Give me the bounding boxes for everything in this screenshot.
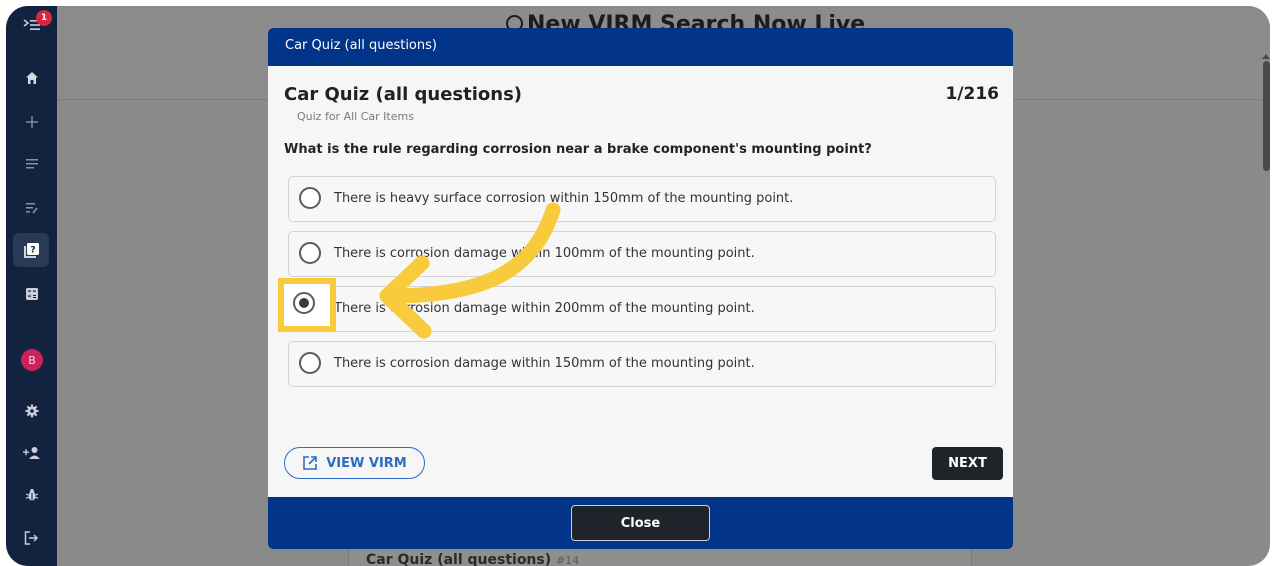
plus-icon <box>25 116 38 128</box>
scrollbar-thumb[interactable] <box>1263 61 1270 171</box>
logout-icon <box>24 531 39 545</box>
sidebar-item-calculator[interactable] <box>6 277 57 311</box>
notification-badge: 1 <box>36 10 52 26</box>
external-link-icon <box>303 456 318 470</box>
radio-button-selected[interactable] <box>293 292 315 314</box>
quiz-card-id: #14 <box>556 554 580 566</box>
quiz-card-title: Car Quiz (all questions) #14 <box>366 552 579 566</box>
question-progress: 1/216 <box>945 84 999 104</box>
answer-option-label: There is corrosion damage within 150mm o… <box>334 356 755 371</box>
calculator-icon <box>25 288 38 300</box>
radio-button[interactable] <box>299 242 321 264</box>
scroll-up-arrow[interactable] <box>1262 54 1270 59</box>
sidebar-item-bug-report[interactable] <box>6 478 57 512</box>
quiz-icon: ? <box>23 243 39 258</box>
list-icon <box>25 159 38 169</box>
view-virm-button[interactable]: VIEW VIRM <box>284 447 425 479</box>
app-frame: New VIRM Search Now Live Car Quiz (all q… <box>6 6 1270 566</box>
sidebar-item-logout[interactable] <box>6 521 57 555</box>
answer-option-1[interactable]: There is heavy surface corrosion within … <box>288 176 996 222</box>
sidebar-item-settings[interactable] <box>6 394 57 428</box>
svg-text:?: ? <box>30 246 35 256</box>
answer-option-label: There is corrosion damage within 200mm o… <box>334 301 755 316</box>
sidebar: 1 ? B <box>6 6 57 566</box>
answer-option-4[interactable]: There is corrosion damage within 150mm o… <box>288 341 996 387</box>
modal-footer: Close <box>268 497 1013 549</box>
radio-button[interactable] <box>299 352 321 374</box>
bug-icon <box>25 489 38 501</box>
quiz-card-title-text: Car Quiz (all questions) <box>366 552 552 566</box>
modal-body: Car Quiz (all questions) 1/216 Quiz for … <box>268 66 1013 497</box>
quiz-title: Car Quiz (all questions) <box>284 84 523 105</box>
home-icon <box>25 72 38 84</box>
answer-option-2[interactable]: There is corrosion damage within 100mm o… <box>288 231 996 277</box>
sidebar-item-add[interactable] <box>6 105 57 139</box>
sidebar-item-edit-list[interactable] <box>6 191 57 225</box>
selection-highlight <box>278 278 336 332</box>
sidebar-item-quiz[interactable]: ? <box>6 233 57 267</box>
avatar[interactable]: B <box>21 349 43 371</box>
question-text: What is the rule regarding corrosion nea… <box>284 142 872 157</box>
add-user-icon <box>22 447 40 459</box>
sidebar-item-add-user[interactable] <box>6 436 57 470</box>
gear-icon <box>25 404 38 418</box>
close-button[interactable]: Close <box>571 505 710 541</box>
view-virm-label: VIEW VIRM <box>326 455 407 471</box>
modal-header: Car Quiz (all questions) <box>268 28 1013 66</box>
radio-button[interactable] <box>299 187 321 209</box>
sidebar-item-collapse[interactable]: 1 <box>6 8 57 42</box>
answer-option-3[interactable]: There is corrosion damage within 200mm o… <box>288 286 996 332</box>
sidebar-item-home[interactable] <box>6 61 57 95</box>
answer-option-label: There is heavy surface corrosion within … <box>334 191 794 206</box>
sidebar-item-list[interactable] <box>6 147 57 181</box>
answer-option-label: There is corrosion damage within 100mm o… <box>334 246 755 261</box>
quiz-modal: Car Quiz (all questions) Car Quiz (all q… <box>268 28 1013 549</box>
quiz-subtitle: Quiz for All Car Items <box>297 110 414 123</box>
next-button[interactable]: NEXT <box>932 447 1003 480</box>
edit-list-icon <box>25 203 38 214</box>
